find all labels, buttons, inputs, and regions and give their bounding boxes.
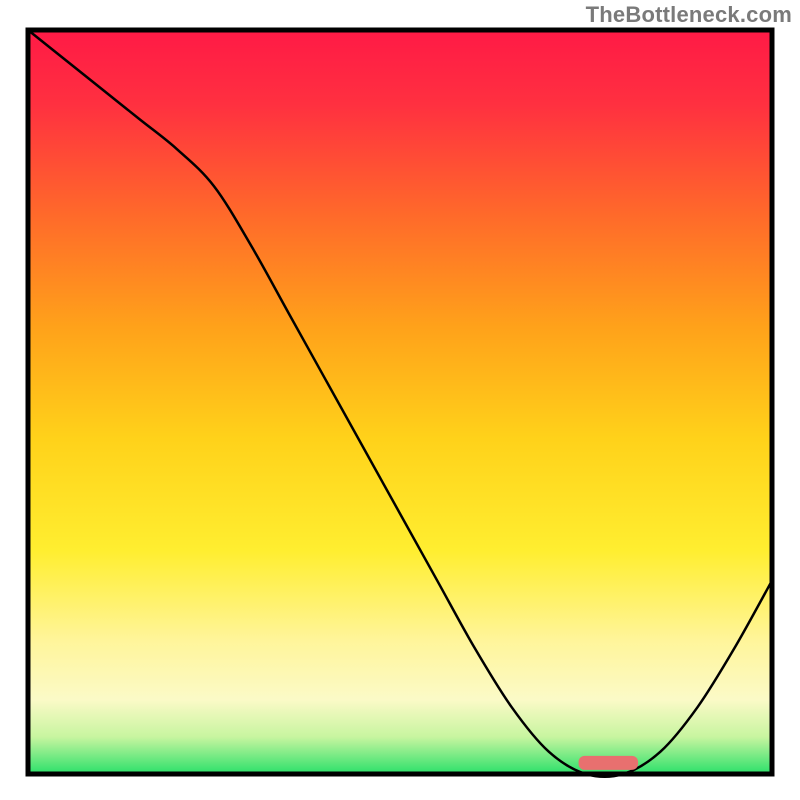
watermark-text: TheBottleneck.com xyxy=(586,2,792,28)
plot-background xyxy=(28,30,772,774)
chart-container: TheBottleneck.com xyxy=(0,0,800,800)
bottleneck-chart xyxy=(0,0,800,800)
optimal-range-marker xyxy=(579,756,639,770)
